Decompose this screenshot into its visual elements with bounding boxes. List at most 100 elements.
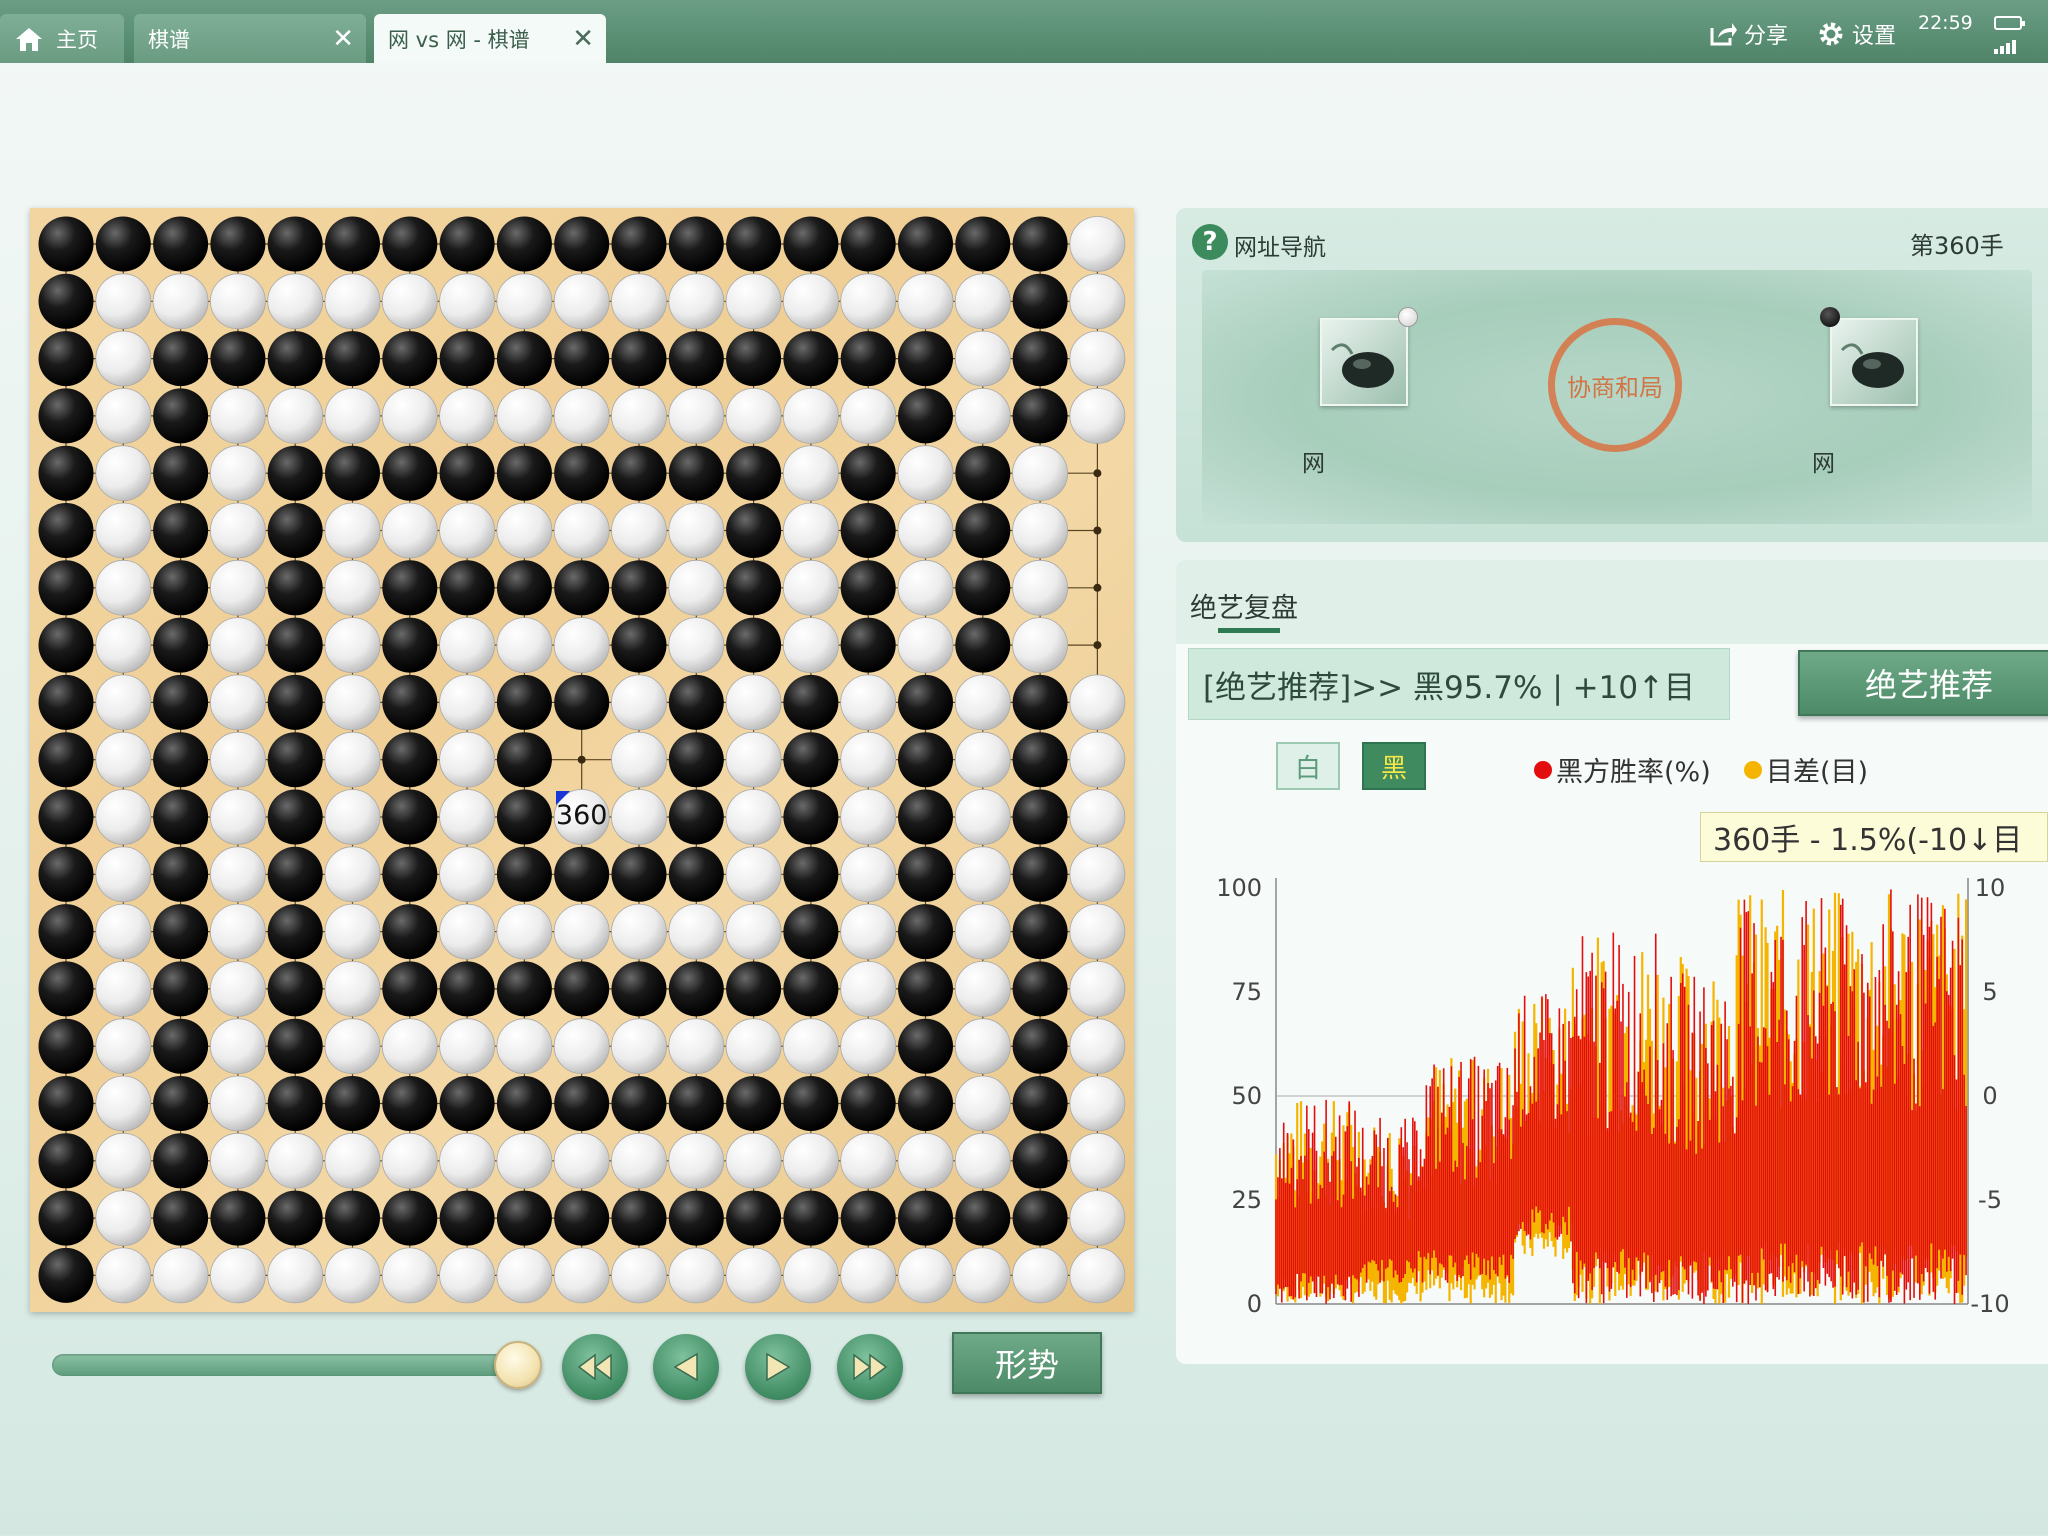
white-stone <box>725 1247 782 1304</box>
black-stone <box>153 617 209 673</box>
empty-point[interactable] <box>577 755 586 764</box>
black-stone <box>955 617 1011 673</box>
toggle-black[interactable]: 黑 <box>1362 742 1426 790</box>
white-stone <box>553 1247 610 1304</box>
tab-game-records[interactable]: 棋谱 ✕ <box>134 14 366 63</box>
go-board[interactable]: 360 <box>30 208 1134 1312</box>
empty-point[interactable] <box>1093 583 1102 592</box>
white-stone <box>783 273 839 330</box>
tab-current-game[interactable]: 网 vs 网 - 棋谱 ✕ <box>374 14 606 63</box>
black-stone <box>611 560 667 616</box>
last-move-button[interactable] <box>837 1334 903 1400</box>
white-stone <box>954 789 1011 845</box>
white-stone <box>95 789 152 845</box>
last-move-number: 360 <box>555 800 608 831</box>
black-stone <box>382 617 438 673</box>
white-stone <box>840 903 897 960</box>
move-slider-track[interactable] <box>52 1354 522 1376</box>
white-stone <box>496 502 553 559</box>
white-stone <box>439 1018 496 1075</box>
signal-icon <box>1994 40 2016 54</box>
red-dot-icon <box>1534 760 1552 779</box>
legend-winrate: 黑方胜率(%) <box>1534 750 1711 789</box>
black-stone <box>38 1076 94 1131</box>
fast-forward-icon <box>853 1353 888 1381</box>
white-stone <box>324 961 381 1017</box>
close-icon[interactable]: ✕ <box>332 24 354 54</box>
white-stone <box>324 903 381 960</box>
white-stone <box>840 731 897 788</box>
black-stone <box>267 331 323 387</box>
white-stone <box>897 1247 954 1304</box>
black-stone <box>496 1190 552 1246</box>
white-stone <box>496 617 553 674</box>
black-stone <box>496 331 552 387</box>
white-stone <box>783 1018 839 1075</box>
black-stone <box>726 1190 782 1246</box>
white-stone <box>209 731 266 788</box>
white-stone <box>954 903 1011 960</box>
white-stone <box>1012 1247 1068 1304</box>
black-stone <box>267 216 323 272</box>
white-stone <box>209 387 266 444</box>
toggle-white[interactable]: 白 <box>1276 742 1340 790</box>
recommend-button[interactable]: 绝艺推荐 <box>1798 650 2048 716</box>
next-move-button[interactable] <box>745 1334 811 1400</box>
white-stone <box>954 1075 1011 1132</box>
black-stone <box>439 961 495 1017</box>
share-button[interactable]: 分享 <box>1708 18 1788 50</box>
legend-diff-label: 目差(目) <box>1766 757 1869 788</box>
black-stone <box>325 216 380 272</box>
help-icon[interactable]: ? <box>1192 224 1228 260</box>
black-stone <box>325 1076 380 1131</box>
white-stone <box>668 559 725 616</box>
empty-point[interactable] <box>1093 526 1102 535</box>
black-stone <box>783 789 839 845</box>
black-stone <box>668 1190 724 1246</box>
y-tick-right: 10 <box>1975 874 2006 902</box>
white-stone <box>954 387 1011 444</box>
white-stone <box>95 961 152 1017</box>
black-stone <box>898 1018 953 1074</box>
black-stone <box>153 846 209 902</box>
white-stone <box>611 502 667 559</box>
black-stone <box>668 789 724 845</box>
settings-button[interactable]: 设置 <box>1816 18 1896 50</box>
winrate-chart[interactable]: 10075502501050-5-10 <box>1176 860 2048 1320</box>
close-icon[interactable]: ✕ <box>572 24 594 54</box>
white-stone <box>840 1132 897 1189</box>
black-stone <box>153 331 209 387</box>
white-stone <box>840 674 897 731</box>
white-stone <box>668 387 725 444</box>
white-stone <box>1012 445 1068 502</box>
first-move-button[interactable] <box>562 1334 628 1400</box>
white-stone <box>954 1247 1011 1304</box>
y-tick-right: 5 <box>1982 978 1997 1006</box>
white-stone <box>439 1247 496 1304</box>
tab-analysis-review[interactable]: 绝艺复盘 <box>1190 586 1298 625</box>
game-result: 协商和局 <box>1567 373 1663 402</box>
empty-point[interactable] <box>1093 469 1102 478</box>
situation-button[interactable]: 形势 <box>952 1332 1102 1394</box>
black-stone <box>955 560 1011 616</box>
previous-move-button[interactable] <box>653 1334 719 1400</box>
black-stone <box>898 388 953 444</box>
tab-home[interactable]: 主页 <box>0 14 124 63</box>
black-stone <box>1012 789 1068 845</box>
black-stone <box>439 1076 495 1131</box>
white-stone <box>324 789 381 845</box>
white-stone <box>954 273 1011 330</box>
empty-point[interactable] <box>1093 641 1102 650</box>
black-player-avatar[interactable] <box>1830 318 1918 406</box>
black-stone <box>382 904 438 960</box>
black-stone <box>898 846 953 902</box>
black-stone <box>325 445 380 501</box>
y-tick-left: 50 <box>1231 1082 1262 1110</box>
white-player-avatar[interactable] <box>1320 318 1408 406</box>
black-stone <box>153 789 209 845</box>
black-stone <box>439 445 495 501</box>
black-stone <box>38 560 94 616</box>
white-stone <box>725 731 782 788</box>
white-stone <box>954 731 1011 788</box>
move-slider-thumb[interactable] <box>494 1341 542 1389</box>
